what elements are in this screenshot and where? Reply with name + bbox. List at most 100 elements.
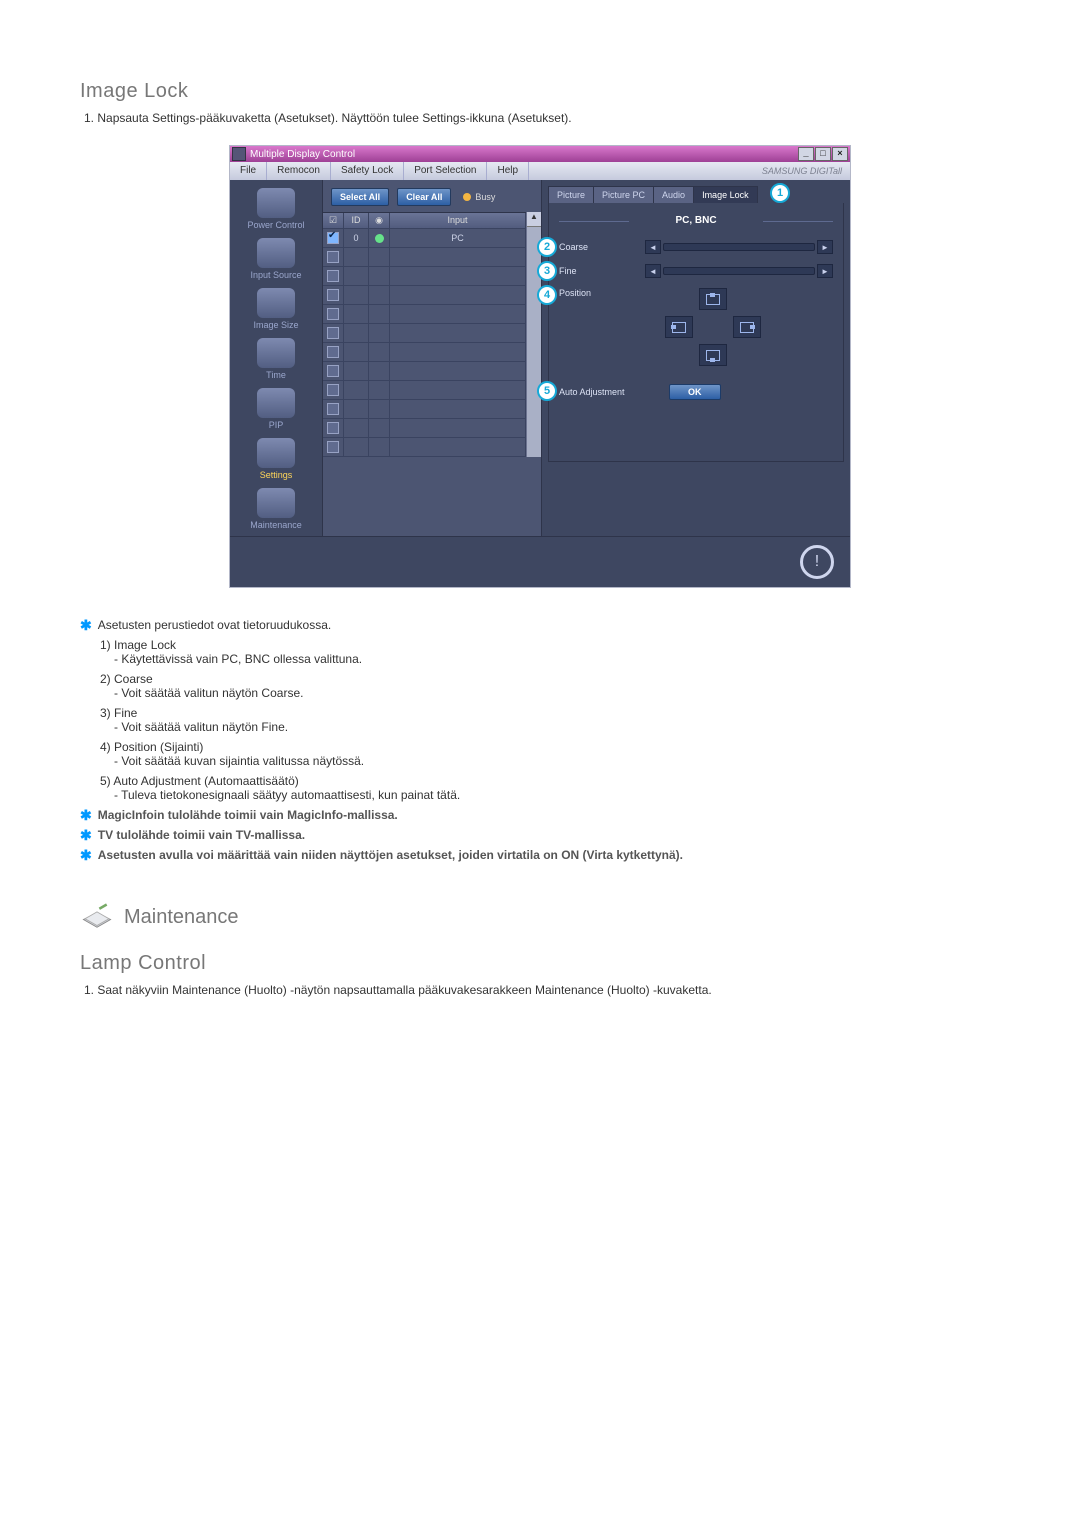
table-row[interactable] [323,305,526,324]
arrow-right-icon[interactable]: ► [817,240,833,254]
arrow-left-icon[interactable]: ◄ [645,240,661,254]
row-checkbox[interactable] [327,441,339,453]
sidebar-item-input-source[interactable]: Input Source [230,236,322,286]
row-checkbox[interactable] [327,251,339,263]
busy-indicator: Busy [463,192,495,202]
sidebar-item-pip[interactable]: PIP [230,386,322,436]
sidebar-item-image-size[interactable]: Image Size [230,286,322,336]
col-header-input[interactable]: Input [390,213,526,228]
position-control [665,288,761,366]
app-window: Multiple Display Control _ □ × File Remo… [229,145,851,588]
position-up-button[interactable] [699,288,727,310]
close-button[interactable]: × [832,147,848,161]
table-row[interactable] [323,248,526,267]
callout-2: 2 [537,237,557,257]
tab-audio[interactable]: Audio [653,186,694,203]
row-checkbox[interactable] [327,346,339,358]
select-all-button[interactable]: Select All [331,188,389,206]
row-checkbox[interactable] [327,422,339,434]
table-row[interactable] [323,286,526,305]
sidebar-label: Power Control [230,220,322,230]
row-checkbox[interactable] [327,270,339,282]
tab-picture-pc[interactable]: Picture PC [593,186,654,203]
position-right-button[interactable] [733,316,761,338]
brand-label: SAMSUNG DIGITall [762,166,850,176]
sidebar-item-time[interactable]: Time [230,336,322,386]
busy-label: Busy [475,192,495,202]
menu-safety-lock[interactable]: Safety Lock [331,162,404,180]
note-3-desc: - Voit säätää valitun näytön Fine. [114,720,1000,734]
right-panel: Picture Picture PC Audio Image Lock 1 PC… [542,180,850,536]
table-row[interactable] [323,343,526,362]
row-checkbox[interactable] [327,308,339,320]
maint-intro-text: Saat näkyviin Maintenance (Huolto) -näyt… [97,983,711,997]
position-label: Position [559,288,645,298]
sidebar-item-maintenance[interactable]: Maintenance [230,486,322,536]
clear-all-button[interactable]: Clear All [397,188,451,206]
menu-remocon[interactable]: Remocon [267,162,331,180]
tab-image-lock[interactable]: Image Lock [693,186,758,203]
intro-list: 1. Napsauta Settings-pääkuvaketta (Asetu… [84,111,1000,125]
scroll-track[interactable] [527,227,541,457]
app-footer: ! [230,536,850,587]
row-checkbox[interactable] [327,365,339,377]
row-checkbox[interactable] [327,403,339,415]
arrow-right-icon[interactable]: ► [817,264,833,278]
note-5-title: 5) Auto Adjustment (Automaattisäätö) [100,774,1000,788]
table-row[interactable] [323,400,526,419]
table-row[interactable] [323,362,526,381]
row-checkbox[interactable] [327,289,339,301]
position-down-button[interactable] [699,344,727,366]
col-header-check[interactable]: ☑ [323,213,344,228]
coarse-slider[interactable]: ◄ ► [645,240,833,254]
tab-picture[interactable]: Picture [548,186,594,203]
sidebar-label: Time [230,370,322,380]
table-row[interactable] [323,381,526,400]
note-5-desc: - Tuleva tietokonesignaali säätyy automa… [114,788,1000,802]
table-row[interactable] [323,324,526,343]
coarse-label: Coarse [559,242,645,252]
maximize-button[interactable]: □ [815,147,831,161]
input-source-icon [257,238,295,268]
col-header-id[interactable]: ID [344,213,369,228]
minimize-button[interactable]: _ [798,147,814,161]
menu-port-selection[interactable]: Port Selection [404,162,487,180]
note-1-desc: - Käytettävissä vain PC, BNC ollessa val… [114,652,1000,666]
image-lock-heading: Image Lock [80,80,1000,103]
position-left-button[interactable] [665,316,693,338]
menu-help[interactable]: Help [487,162,529,180]
intro-number: 1. [84,111,94,125]
panel-subheading: PC, BNC [559,215,833,226]
table-row[interactable]: 0 PC [323,229,526,248]
row-checkbox[interactable] [327,384,339,396]
intro-text: Napsauta Settings-pääkuvaketta (Asetukse… [97,111,571,125]
center-pane: Select All Clear All Busy ☑ ID ◉ Input [322,180,542,536]
table-row[interactable] [323,267,526,286]
sidebar-item-power-control[interactable]: Power Control [230,186,322,236]
note-on: Asetusten avulla voi määrittää vain niid… [98,848,1000,862]
callout-3: 3 [537,261,557,281]
note-magicinfo: MagicInfoin tulolähde toimii vain MagicI… [98,808,1000,822]
menu-file[interactable]: File [230,162,267,180]
slider-track[interactable] [663,243,815,251]
sidebar-label: Input Source [230,270,322,280]
scroll-up-button[interactable]: ▲ [527,212,541,227]
menubar: File Remocon Safety Lock Port Selection … [230,162,850,180]
fine-slider[interactable]: ◄ ► [645,264,833,278]
sidebar-item-settings[interactable]: Settings [230,436,322,486]
app-icon [232,147,246,161]
tab-bar: Picture Picture PC Audio Image Lock [548,186,844,203]
row-checkbox[interactable] [327,232,339,244]
table-row[interactable] [323,438,526,457]
col-header-status[interactable]: ◉ [369,213,390,228]
sidebar: Power Control Input Source Image Size Ti… [230,180,322,536]
row-input: PC [390,229,526,247]
ok-button[interactable]: OK [669,384,721,400]
slider-track[interactable] [663,267,815,275]
sidebar-label: Settings [230,470,322,480]
row-checkbox[interactable] [327,327,339,339]
info-icon[interactable]: ! [800,545,834,579]
table-row[interactable] [323,419,526,438]
note-tv: TV tulolähde toimii vain TV-mallissa. [98,828,1000,842]
arrow-left-icon[interactable]: ◄ [645,264,661,278]
